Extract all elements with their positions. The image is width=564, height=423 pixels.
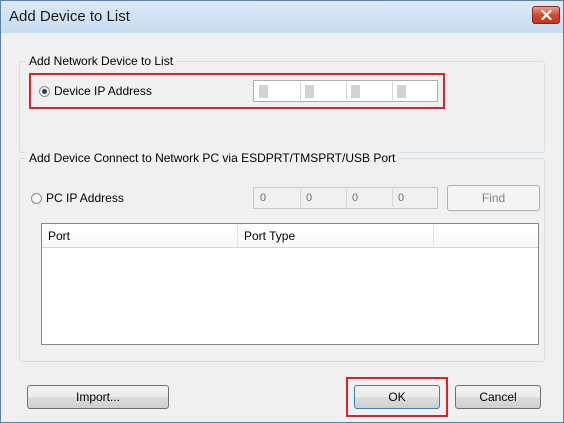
port-list[interactable]: Port Port Type (41, 223, 539, 345)
ip-separator (392, 189, 393, 207)
window-title: Add Device to List (9, 8, 130, 25)
device-ip-octet-4[interactable] (395, 83, 435, 99)
device-ip-field[interactable] (253, 80, 438, 102)
pc-ip-label[interactable]: PC IP Address (46, 191, 124, 205)
ok-button[interactable]: OK (354, 385, 440, 409)
ip-separator (300, 189, 301, 207)
pc-ip-octet-2[interactable]: 0 (303, 190, 343, 206)
network-device-group-label: Add Network Device to List (26, 54, 177, 68)
port-device-group-label: Add Device Connect to Network PC via ESD… (26, 151, 399, 165)
column-header-port[interactable]: Port (42, 224, 238, 248)
pc-ip-octet-4[interactable]: 0 (395, 190, 435, 206)
ip-separator (346, 82, 347, 100)
ip-separator (300, 82, 301, 100)
title-bar[interactable]: Add Device to List (1, 1, 563, 32)
column-header-port-type[interactable]: Port Type (238, 224, 434, 248)
column-header-empty[interactable] (434, 224, 538, 248)
close-button[interactable] (532, 6, 560, 24)
device-ip-radio[interactable] (39, 86, 50, 97)
device-ip-octet-3[interactable] (349, 83, 389, 99)
add-device-dialog: Add Device to List Add Network Device to… (0, 0, 564, 423)
ip-separator (346, 189, 347, 207)
find-button[interactable]: Find (447, 185, 540, 211)
import-button[interactable]: Import... (27, 385, 169, 409)
device-ip-octet-1[interactable] (257, 83, 297, 99)
pc-ip-octet-1[interactable]: 0 (257, 190, 297, 206)
pc-ip-radio[interactable] (31, 193, 42, 204)
device-ip-octet-2[interactable] (303, 83, 343, 99)
ip-separator (392, 82, 393, 100)
pc-ip-octet-3[interactable]: 0 (349, 190, 389, 206)
network-device-group: Add Network Device to List (19, 54, 545, 153)
pc-ip-field[interactable]: 0 0 0 0 (253, 187, 438, 209)
dialog-body: Add Network Device to List Device IP Add… (9, 33, 557, 419)
cancel-button[interactable]: Cancel (455, 385, 541, 409)
close-icon (541, 10, 552, 20)
device-ip-label[interactable]: Device IP Address (54, 84, 152, 98)
